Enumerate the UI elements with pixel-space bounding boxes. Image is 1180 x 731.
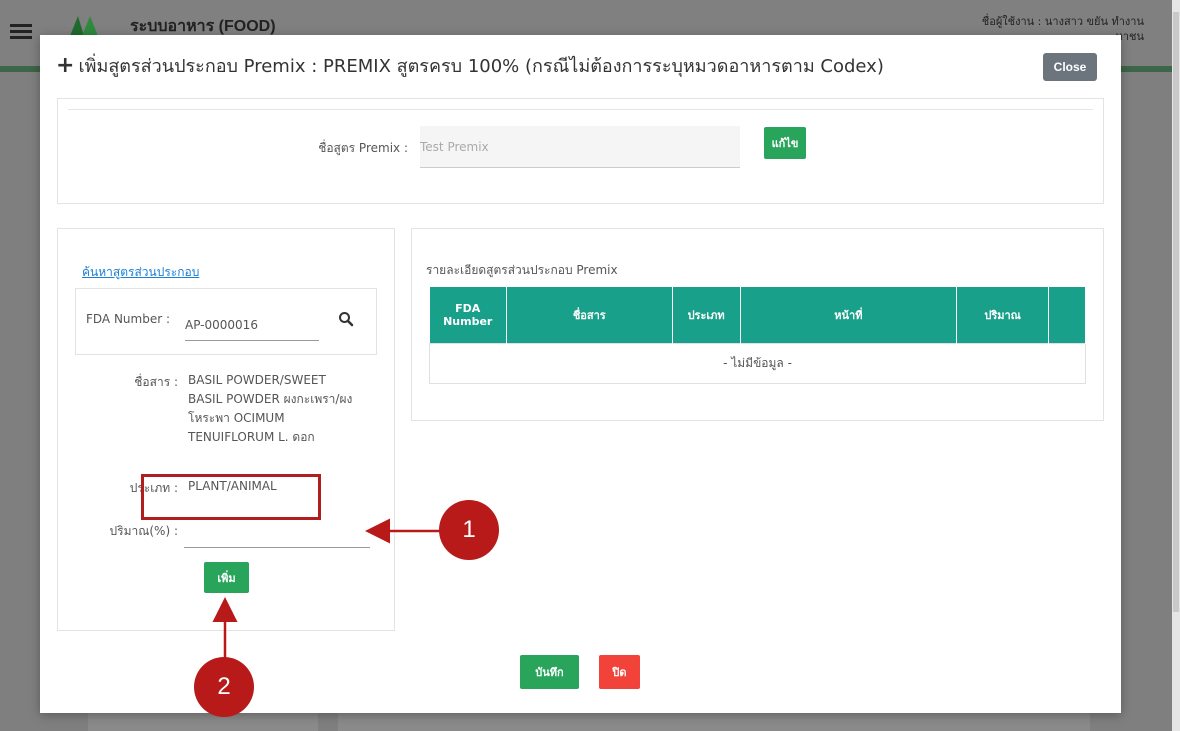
add-ingredient-button[interactable]: เพิ่ม xyxy=(204,562,249,593)
column-function: หน้าที่ xyxy=(740,287,958,343)
substance-name-label: ชื่อสาร : xyxy=(134,375,178,389)
column-substance-name: ชื่อสาร xyxy=(506,287,673,343)
substance-name-line: โหระพา OCIMUM xyxy=(188,411,285,425)
modal-title: + เพิ่มสูตรส่วนประกอบ Premix : PREMIX สูต… xyxy=(56,51,884,80)
divider xyxy=(68,109,1093,110)
formula-name-input[interactable] xyxy=(420,126,740,168)
save-button[interactable]: บันทึก xyxy=(520,655,579,689)
modal-close-button[interactable]: Close xyxy=(1043,53,1097,81)
table-empty-message: - ไม่มีข้อมูล - xyxy=(429,342,1086,384)
fda-search-box: FDA Number : xyxy=(75,288,377,355)
substance-name-line: TENUIFLORUM L. ดอก xyxy=(188,430,315,444)
user-name: ชื่อผู้ใช้งาน : นางสาว ขยัน ทำงาน xyxy=(981,15,1144,28)
ingredient-search-panel: ค้นหาสูตรส่วนประกอบ FDA Number : ชื่อสาร… xyxy=(57,228,395,631)
search-ingredient-link[interactable]: ค้นหาสูตรส่วนประกอบ xyxy=(82,263,199,282)
fda-number-label: FDA Number : xyxy=(86,312,171,326)
substance-name-line: BASIL POWDER ผงกะเพรา/ผง xyxy=(188,392,353,406)
modal-title-text: เพิ่มสูตรส่วนประกอบ Premix : PREMIX สูตร… xyxy=(78,56,884,77)
hamburger-menu-icon xyxy=(10,24,32,40)
substance-name-line: BASIL POWDER/SWEET xyxy=(188,373,326,387)
formula-name-panel: ชื่อสูตร Premix : แก้ไข xyxy=(57,98,1104,204)
details-title: รายละเอียดสูตรส่วนประกอบ Premix xyxy=(426,263,618,277)
premix-ingredients-table: FDA Number ชื่อสาร ประเภท หน้าที่ ปริมาณ… xyxy=(429,287,1086,384)
column-type: ประเภท xyxy=(672,287,741,343)
column-actions xyxy=(1048,287,1086,343)
substance-name-value: BASIL POWDER/SWEET BASIL POWDER ผงกะเพรา… xyxy=(188,371,352,447)
search-icon[interactable] xyxy=(338,311,354,327)
table-row: - ไม่มีข้อมูล - xyxy=(429,342,1086,384)
formula-name-label: ชื่อสูตร Premix : xyxy=(318,141,408,155)
annotation-badge-1: 1 xyxy=(439,500,499,560)
page-scrollbar-thumb[interactable] xyxy=(1173,12,1179,612)
premix-details-panel: รายละเอียดสูตรส่วนประกอบ Premix FDA Numb… xyxy=(411,228,1104,421)
quantity-label: ปริมาณ(%) : xyxy=(109,524,178,538)
annotation-badge-2: 2 xyxy=(194,657,254,717)
fda-number-input[interactable] xyxy=(185,309,319,341)
plus-icon: + xyxy=(56,53,75,78)
column-quantity: ปริมาณ xyxy=(956,287,1050,343)
column-fda-number: FDA Number xyxy=(429,287,507,343)
quantity-highlight-box xyxy=(141,474,321,520)
edit-formula-button[interactable]: แก้ไข xyxy=(764,127,806,159)
table-header-row: FDA Number ชื่อสาร ประเภท หน้าที่ ปริมาณ xyxy=(429,287,1086,343)
cancel-button[interactable]: ปิด xyxy=(599,655,640,689)
add-premix-modal: + เพิ่มสูตรส่วนประกอบ Premix : PREMIX สูต… xyxy=(40,35,1121,713)
app-logo-icon xyxy=(70,16,98,36)
